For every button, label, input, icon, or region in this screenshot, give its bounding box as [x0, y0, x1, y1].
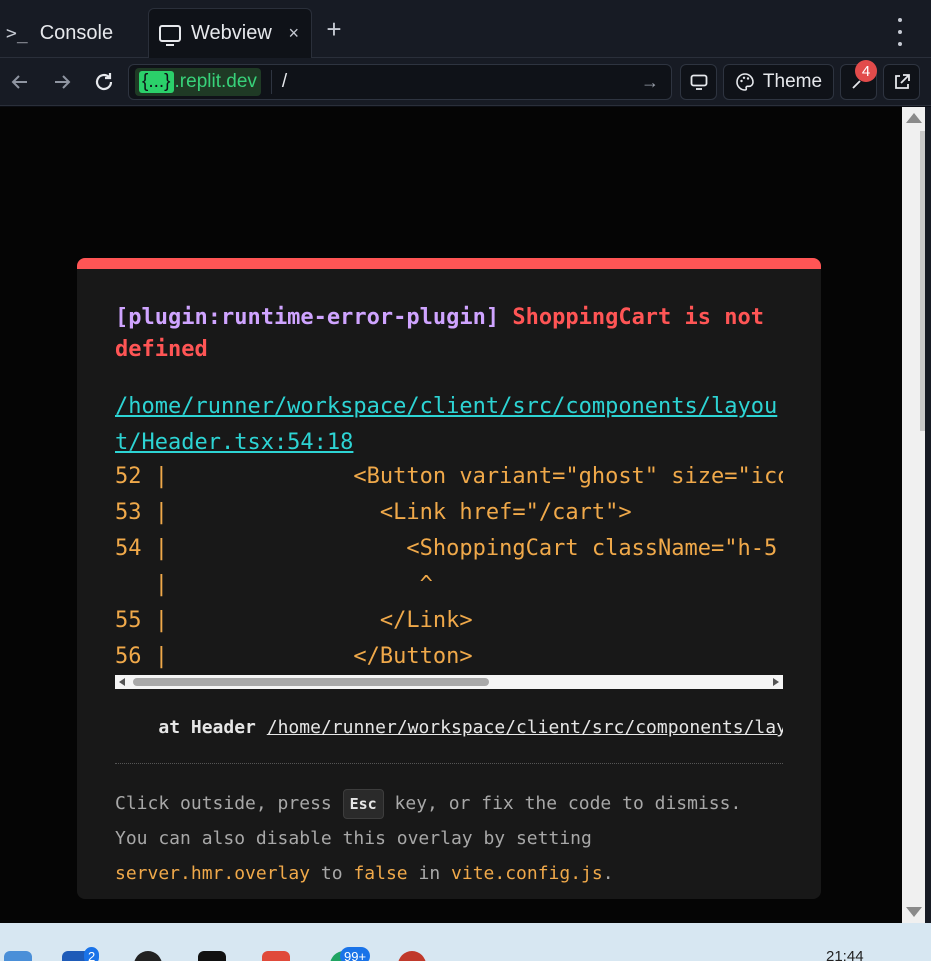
scroll-left-icon[interactable] [119, 678, 125, 686]
webview-viewport[interactable]: [plugin:runtime-error-plugin] ShoppingCa… [0, 107, 902, 923]
taskbar-app-icon[interactable] [398, 951, 426, 961]
scroll-down-icon[interactable] [906, 907, 922, 917]
webview-scrollbar[interactable] [902, 107, 925, 923]
stack-at: at Header [158, 717, 256, 738]
devtools-badge: 4 [855, 60, 877, 82]
taskbar-app-icon[interactable] [134, 951, 162, 961]
url-path-input[interactable]: / [282, 71, 287, 93]
scroll-right-icon[interactable] [773, 678, 779, 686]
tip-setting: server.hmr.overlay [115, 863, 311, 884]
stack-file-link[interactable]: /home/runner/workspace/client/src/compon… [267, 717, 783, 738]
add-tab-button[interactable]: + [320, 14, 348, 45]
url-host-domain: .replit.dev [174, 71, 257, 92]
error-file-link[interactable]: /home/runner/workspace/client/src/compon… [115, 389, 783, 461]
window-edge [925, 107, 931, 923]
taskbar-app-icon[interactable] [4, 951, 32, 961]
device-preview-button[interactable] [680, 64, 717, 100]
code-frame: 52 | <Button variant="ghost" size="icon"… [115, 464, 783, 669]
stack-trace: at Header /home/runner/workspace/client/… [115, 717, 783, 743]
monitor-icon [159, 25, 181, 46]
taskbar-badge: 2 [84, 947, 100, 961]
divider [115, 763, 783, 764]
tip-false: false [353, 863, 408, 884]
tip-text: You can also disable this overlay by set… [115, 828, 592, 849]
address-toolbar: {...} .replit.dev / → Theme [0, 58, 931, 106]
esc-key: Esc [342, 789, 384, 819]
reload-icon[interactable] [90, 68, 118, 96]
taskbar: 2 99+ 21:44 [0, 923, 931, 961]
url-bar[interactable]: {...} .replit.dev / → [128, 64, 672, 100]
dismiss-tip: Click outside, press Esc key, or fix the… [115, 786, 795, 891]
url-host: {...} .replit.dev [135, 68, 261, 96]
error-title: [plugin:runtime-error-plugin] ShoppingCa… [115, 302, 795, 366]
tab-webview[interactable]: Webview × [148, 8, 312, 58]
taskbar-clock: 21:44 [826, 948, 864, 961]
code-frame-scrollbar[interactable] [115, 675, 783, 689]
open-new-tab-button[interactable] [883, 64, 920, 100]
more-options-icon[interactable] [888, 18, 912, 46]
tip-config: vite.config.js [451, 863, 603, 884]
back-icon[interactable] [6, 68, 34, 96]
scrollbar-thumb[interactable] [133, 678, 489, 686]
tip-text: in [418, 863, 441, 884]
tab-console[interactable]: >_ Console [0, 8, 113, 58]
url-separator [270, 70, 272, 94]
error-plugin: [plugin:runtime-error-plugin] [115, 305, 500, 330]
close-tab-icon[interactable]: × [288, 23, 299, 44]
theme-button-label: Theme [762, 71, 823, 92]
taskbar-app-icon[interactable] [262, 951, 290, 961]
tip-text: . [602, 863, 614, 884]
theme-button[interactable]: Theme [723, 64, 834, 100]
scroll-up-icon[interactable] [906, 113, 922, 123]
forward-icon[interactable] [48, 68, 76, 96]
tab-console-label: Console [39, 21, 114, 44]
go-arrow-icon[interactable]: → [641, 72, 659, 93]
taskbar-app-icon[interactable] [198, 951, 226, 961]
url-host-brace: {...} [139, 71, 174, 93]
palette-icon [736, 73, 754, 91]
tab-webview-label: Webview [191, 22, 272, 44]
tip-text: key, or fix the code to dismiss. [394, 793, 742, 814]
tip-text: Click outside, press [115, 793, 332, 814]
external-link-icon [894, 74, 910, 89]
terminal-icon: >_ [6, 22, 28, 44]
taskbar-badge: 99+ [340, 947, 371, 961]
error-overlay[interactable]: [plugin:runtime-error-plugin] ShoppingCa… [77, 258, 821, 899]
monitor-icon [690, 74, 707, 90]
tip-text: to [320, 863, 343, 884]
tab-bar: >_ Console Webview × + [0, 0, 931, 58]
